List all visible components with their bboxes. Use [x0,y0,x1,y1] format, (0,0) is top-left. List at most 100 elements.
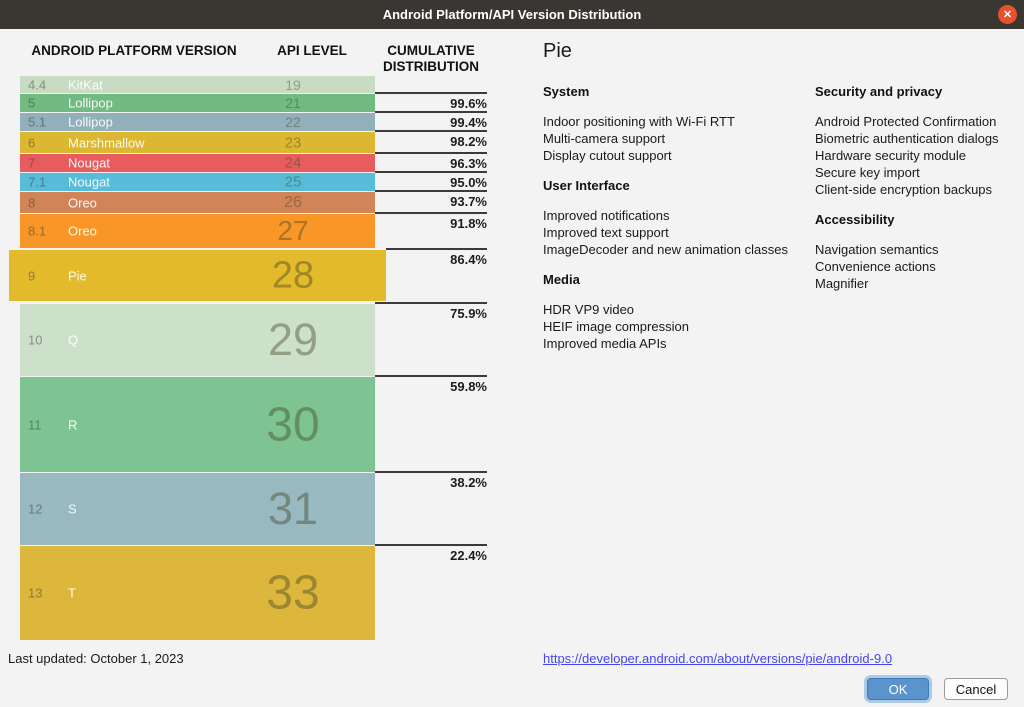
cancel-button[interactable]: Cancel [944,678,1008,700]
feature-item: Improved notifications [543,207,815,224]
cumulative-separator-line: 99.4% [375,111,487,130]
cumulative-separator-line: 99.6% [375,92,487,111]
platform-codename: T [68,586,76,601]
cumulative-percentage: 98.2% [375,132,487,149]
feature-item: Navigation semantics [815,241,1013,258]
api-level-number: 31 [268,483,318,535]
platform-codename: S [68,502,77,517]
api-level-number: 28 [272,254,314,297]
platform-codename: Lollipop [68,96,113,111]
platform-codename: Q [68,333,78,348]
version-row-s-31[interactable]: 12S3138.2% [20,473,375,545]
feature-item: Indoor positioning with Wi-Fi RTT [543,113,815,130]
version-row-lollipop-22[interactable]: 5.1Lollipop2299.4% [20,113,375,131]
cumulative-percentage: 91.8% [375,214,487,231]
feature-item: Android Protected Confirmation [815,113,1013,130]
platform-version-number: 13 [28,586,42,601]
cumulative-separator-line: 93.7% [375,190,487,209]
version-row-t-33[interactable]: 13T3322.4% [20,546,375,640]
api-level-number: 22 [285,114,301,130]
cumulative-percentage: 93.7% [375,192,487,209]
feature-item: HDR VP9 video [543,301,815,318]
version-row-kitkat-19[interactable]: 4.4 KitKat 19 [20,76,375,93]
feature-section-items: HDR VP9 videoHEIF image compressionImpro… [543,301,815,352]
version-row-r-30[interactable]: 11R3059.8% [20,377,375,472]
api-level-number: 25 [285,174,302,191]
column-header-cumulative-distribution: CUMULATIVE DISTRIBUTION [372,43,490,75]
version-row-pie-28[interactable]: 9Pie2886.4% [9,250,386,301]
platform-codename: R [68,417,77,432]
cumulative-percentage: 95.0% [375,173,487,190]
platform-codename: Oreo [68,195,97,210]
cumulative-percentage: 22.4% [375,546,487,563]
platform-version-number: 5.1 [28,115,46,130]
cumulative-percentage: 99.6% [375,94,487,111]
feature-item: Convenience actions [815,258,1013,275]
feature-item: Magnifier [815,275,1013,292]
feature-section-heading: User Interface [543,178,815,193]
feature-item: Hardware security module [815,147,1013,164]
selected-version-title: Pie [543,40,1013,63]
cumulative-separator-line: 98.2% [375,130,487,149]
feature-section-items: Indoor positioning with Wi-Fi RTTMulti-c… [543,113,815,164]
feature-item: Secure key import [815,164,1013,181]
feature-item: ImageDecoder and new animation classes [543,241,815,258]
feature-section-heading: Security and privacy [815,84,1013,99]
api-level-number: 23 [285,134,302,151]
platform-version-number: 8 [28,195,35,210]
column-header-api-level: API LEVEL [262,43,362,59]
close-button[interactable]: ✕ [998,5,1017,24]
version-row-oreo-26[interactable]: 8Oreo2693.7% [20,192,375,213]
ok-button[interactable]: OK [867,678,929,700]
feature-section-items: Improved notificationsImproved text supp… [543,207,815,258]
platform-codename: Pie [68,268,87,283]
feature-item: HEIF image compression [543,318,815,335]
feature-section-heading: Media [543,272,815,287]
feature-column-1: Security and privacy Android Protected Co… [815,84,1013,366]
api-level-number: 19 [285,77,301,93]
version-details-panel: Pie SystemIndoor positioning with Wi-Fi … [543,40,1013,366]
platform-version-number: 6 [28,135,35,150]
feature-columns: SystemIndoor positioning with Wi-Fi RTTM… [543,84,1013,366]
window-title: Android Platform/API Version Distributio… [383,7,642,22]
platform-version-number: 4.4 [28,77,46,92]
cumulative-separator-line: 95.0% [375,171,487,190]
cumulative-separator-line: 59.8% [375,375,487,394]
feature-column-0: SystemIndoor positioning with Wi-Fi RTTM… [543,84,815,366]
feature-section-heading: Accessibility [815,212,1013,227]
cumulative-separator-line: 22.4% [375,544,487,563]
cumulative-percentage: 96.3% [375,154,487,171]
version-row-q-29[interactable]: 10Q2975.9% [20,304,375,376]
feature-item: Improved media APIs [543,335,815,352]
version-row-lollipop-21[interactable]: 5Lollipop2199.6% [20,94,375,112]
feature-item: Client-side encryption backups [815,181,1013,198]
cumulative-percentage: 99.4% [375,113,487,130]
platform-version-number: 8.1 [28,224,46,239]
version-distribution-table: 4.4KitKat195Lollipop2199.6%5.1Lollipop22… [20,76,375,641]
version-row-oreo-27[interactable]: 8.1Oreo2791.8% [20,214,375,248]
version-row-nougat-25[interactable]: 7.1Nougat2595.0% [20,173,375,191]
platform-codename: Marshmallow [68,135,145,150]
feature-item: Display cutout support [543,147,815,164]
api-level-number: 30 [266,397,319,452]
version-row-nougat-24[interactable]: 7Nougat2496.3% [20,154,375,172]
api-level-number: 24 [285,155,302,172]
platform-codename: Nougat [68,175,110,190]
version-docs-link[interactable]: https://developer.android.com/about/vers… [543,651,892,666]
cumulative-percentage: 38.2% [375,473,487,490]
api-level-number: 26 [284,194,302,212]
feature-section-items: Android Protected ConfirmationBiometric … [815,113,1013,198]
platform-codename: Lollipop [68,115,113,130]
feature-item: Improved text support [543,224,815,241]
platform-codename: Nougat [68,156,110,171]
platform-version-number: 5 [28,96,35,111]
feature-item: Multi-camera support [543,130,815,147]
api-level-number: 33 [266,566,319,621]
platform-version-number: 9 [28,268,35,283]
cumulative-percentage: 59.8% [375,377,487,394]
platform-version-number: 7.1 [28,175,46,190]
version-row-marshmallow-23[interactable]: 6Marshmallow2398.2% [20,132,375,153]
platform-codename: KitKat [68,77,103,92]
close-icon: ✕ [1003,8,1012,21]
cumulative-separator-line: 38.2% [375,471,487,490]
